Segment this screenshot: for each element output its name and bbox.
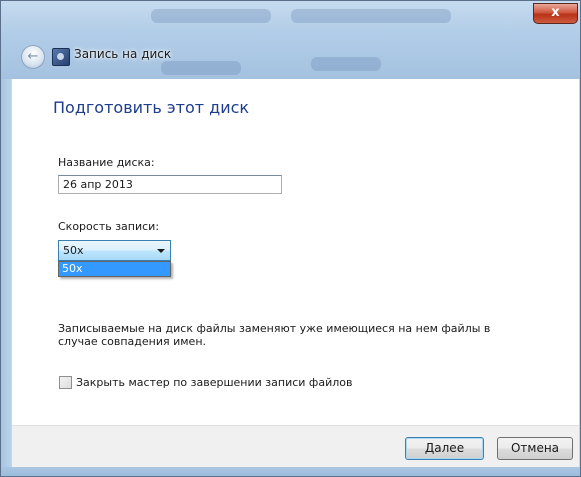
close-button[interactable]: x	[533, 3, 578, 24]
recording-speed-value: 50x	[63, 244, 84, 257]
recording-speed-option[interactable]: 50x	[59, 262, 170, 276]
burn-disc-icon	[52, 48, 70, 66]
next-button[interactable]: Далее	[405, 437, 484, 460]
close-wizard-label[interactable]: Закрыть мастер по завершении записи файл…	[76, 376, 352, 389]
window-title: Запись на диск	[74, 47, 172, 61]
wizard-footer	[11, 425, 580, 468]
back-button[interactable]: ←	[21, 45, 45, 69]
chevron-down-icon	[157, 249, 165, 253]
close-icon: x	[551, 5, 560, 20]
close-wizard-checkbox[interactable]	[59, 376, 72, 389]
background-blur	[291, 9, 451, 23]
overwrite-note: Записываемые на диск файлы заменяют уже …	[58, 322, 491, 348]
background-blur	[151, 9, 271, 23]
disc-name-label: Название диска:	[58, 156, 155, 169]
background-blur	[161, 61, 241, 75]
recording-speed-label: Скорость записи:	[58, 220, 160, 233]
window-frame-left	[1, 79, 11, 467]
cancel-button[interactable]: Отмена	[497, 437, 573, 460]
recording-speed-dropdown: 50x	[58, 261, 171, 277]
back-arrow-icon: ←	[27, 49, 39, 64]
burn-disc-window: x ← Запись на диск Подготовить этот диск…	[0, 0, 581, 477]
title-bar: x ← Запись на диск	[1, 1, 580, 79]
background-blur	[311, 57, 381, 71]
window-frame-bottom	[1, 467, 580, 476]
disc-name-input[interactable]	[58, 175, 282, 194]
recording-speed-select[interactable]: 50x	[58, 240, 171, 261]
page-title: Подготовить этот диск	[53, 98, 250, 117]
